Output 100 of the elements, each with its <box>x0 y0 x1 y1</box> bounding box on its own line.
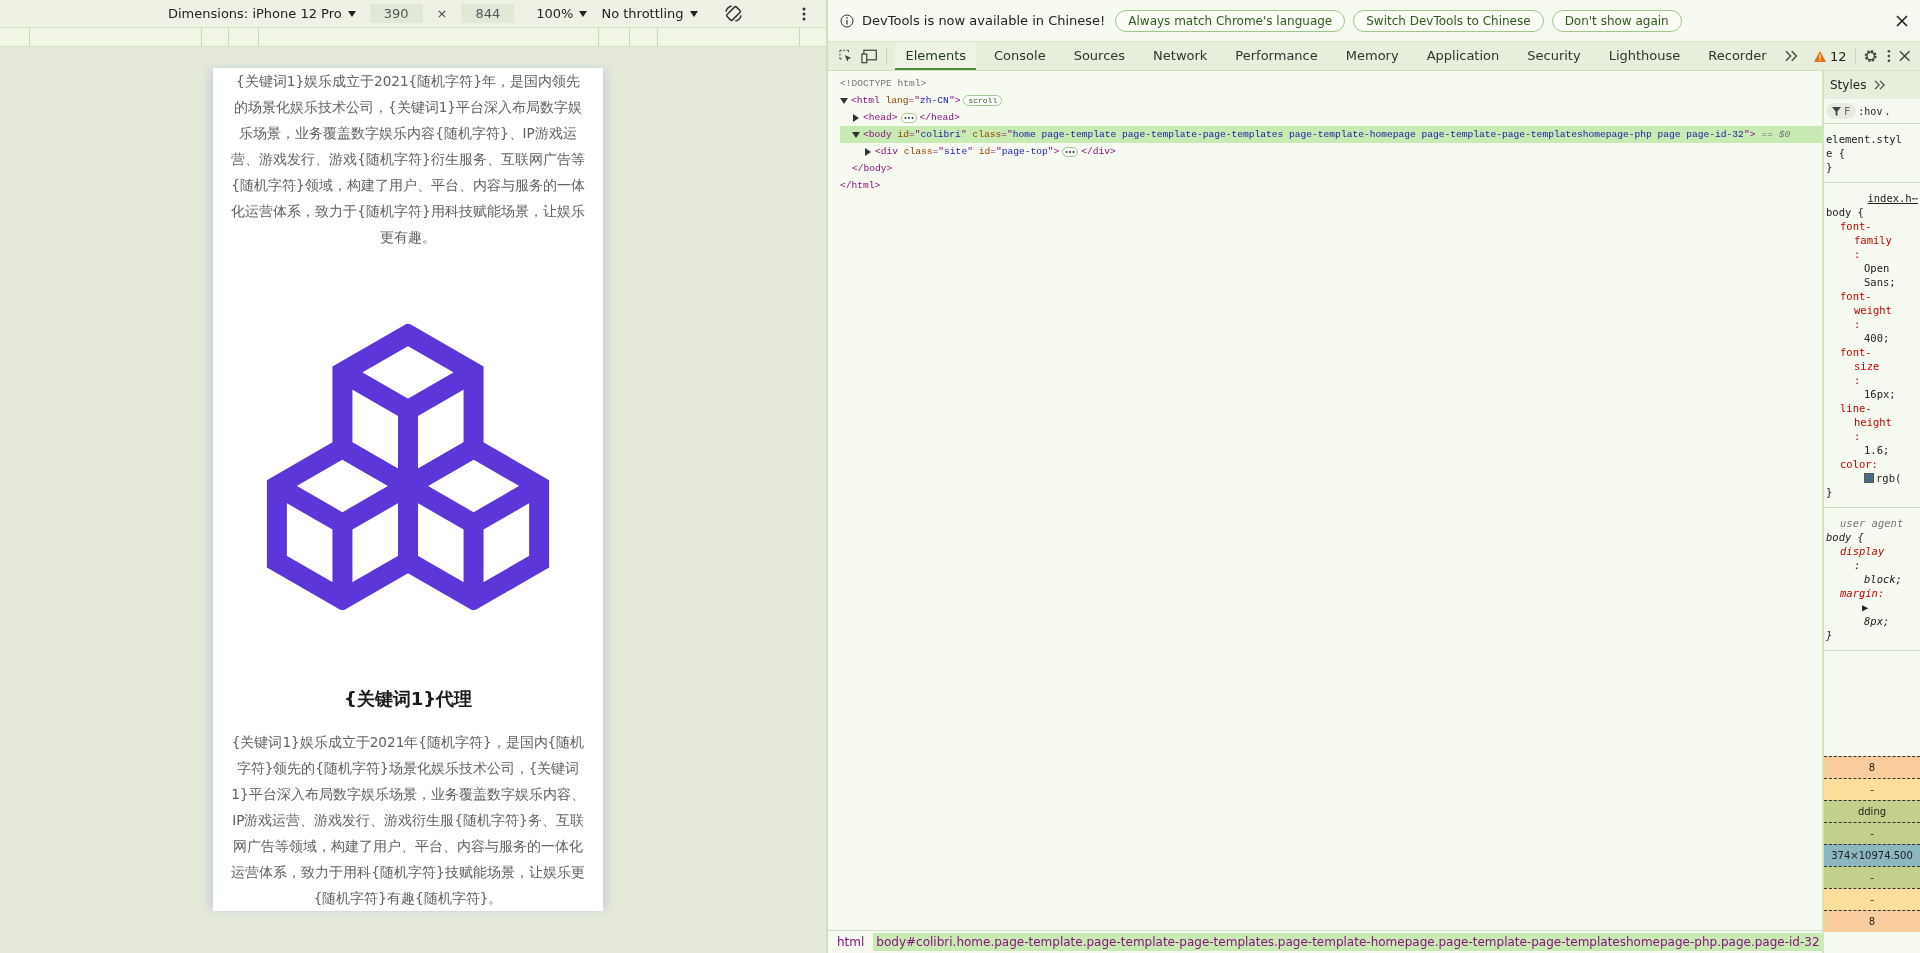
issues-counter[interactable]: 12 <box>1813 48 1847 64</box>
panel-tab[interactable]: Elements <box>895 42 977 70</box>
styles-tab[interactable]: Styles <box>1830 78 1867 92</box>
class-toggle[interactable]: . <box>1884 105 1891 117</box>
css-text: : <box>1854 430 1861 442</box>
device-toggle-icon[interactable] <box>861 48 879 64</box>
collapsed-triangle-icon[interactable] <box>864 147 872 156</box>
rotate-icon[interactable] <box>723 4 743 23</box>
close-icon[interactable] <box>1898 50 1910 62</box>
filter-field[interactable]: F <box>1826 103 1857 119</box>
css-text: : <box>1854 318 1861 330</box>
throttling-dropdown[interactable]: No throttling <box>601 6 698 21</box>
caret-icon <box>689 10 698 17</box>
dom-node-row[interactable]: <div class="site" id="page-top"> </div> <box>852 143 1822 160</box>
breadcrumb-item[interactable]: body#colibri.home.page-template.page-template-page-templates.page-template-homepage.page-template-page-templateshomepage-php.page.page-id-32 <box>873 933 1822 951</box>
dom-node-row[interactable]: <head> </head> <box>840 109 1822 126</box>
css-text: Open <box>1864 261 1890 275</box>
ellipsis-icon[interactable] <box>1062 146 1079 157</box>
css-text: } <box>1826 161 1833 173</box>
times-sign: × <box>436 6 448 21</box>
panel-tab[interactable]: Recorder <box>1698 42 1777 70</box>
intro-paragraph: {关键词1}娱乐成立于2021{随机字符}年，是国内领先的场景化娱乐技术公司，{关键词1}平台深入布局数字娱乐场景，业务覆盖数字娱乐内容{随机字符}、IP游戏运营、游戏发行、游戏{随机字符}衍生服务、互联网广告等{随机字符}领域，构建了用户、平台、内容与服务的一体化运营体系，致力于{随机字符}用科技赋能场景，让娱乐更有趣。 <box>230 72 586 247</box>
css-text: height <box>1854 416 1892 428</box>
css-text: 1.6; <box>1864 443 1890 457</box>
box-model-row: dding <box>1824 800 1920 822</box>
color-swatch[interactable] <box>1864 473 1874 483</box>
css-text: } <box>1826 486 1833 498</box>
css-text: family <box>1854 234 1892 246</box>
dom-node-row[interactable]: <body id="colibri" class="home page-template page-template-page-templates page-template-homepage page-template-page-templateshomepage-php page page-id-32"> == $0 <box>840 126 1822 143</box>
info-icon <box>840 13 854 28</box>
expanded-triangle-icon[interactable] <box>840 96 848 105</box>
infobar-button[interactable]: Always match Chrome's language <box>1115 9 1346 32</box>
console-reference-text: == $0 <box>1761 129 1791 140</box>
box-model-row: - <box>1824 888 1920 910</box>
css-text: element.styl <box>1826 133 1902 145</box>
css-text: : <box>1854 374 1861 386</box>
css-text: font- <box>1840 346 1872 358</box>
more-tabs-icon[interactable] <box>1874 80 1887 90</box>
warning-icon <box>1813 50 1826 62</box>
panel-tab[interactable]: Sources <box>1063 42 1136 70</box>
css-text: user agent <box>1840 517 1904 529</box>
collapsed-triangle-icon[interactable] <box>852 113 860 122</box>
closing-tag-text: </div> <box>1081 146 1116 157</box>
caret-icon <box>347 10 356 17</box>
closing-tag-text: </body> <box>852 163 893 174</box>
dom-tag-text: <html lang="zh-CN"> <box>851 95 961 106</box>
dom-tag-text: <body id="colibri" class="home page-template page-template-page-templates page-template-homepage page-template-page-templateshomepage-php page page-id-32"> <box>863 129 1756 140</box>
css-text: margin: <box>1840 587 1885 599</box>
box-model-row: - <box>1824 822 1920 844</box>
closing-tag-text: </head> <box>919 112 960 123</box>
hov-toggle[interactable]: :hov <box>1858 105 1883 117</box>
caret-icon <box>579 10 588 17</box>
section-heading: {关键词1}代理 <box>343 687 473 711</box>
closing-tag-text: </html> <box>840 180 881 191</box>
close-icon[interactable] <box>1896 14 1908 27</box>
ellipsis-icon[interactable] <box>900 112 917 123</box>
panel-tab[interactable]: Security <box>1517 42 1591 70</box>
dom-tag-text: <div class="site" id="page-top"> <box>875 146 1060 157</box>
css-text: : <box>1854 559 1861 571</box>
panel-tab[interactable]: Lighthouse <box>1598 42 1691 70</box>
css-text: } <box>1826 629 1833 641</box>
infobar-button[interactable]: Don't show again <box>1551 9 1682 32</box>
css-text: 16px; <box>1864 387 1896 401</box>
breadcrumb-item[interactable]: html <box>834 933 868 951</box>
css-text: font- <box>1840 220 1872 232</box>
box-model-row: 8 <box>1824 910 1920 932</box>
filter-icon <box>1832 106 1841 116</box>
width-field[interactable]: 390 <box>369 4 423 23</box>
panel-tab[interactable]: Performance <box>1225 42 1328 70</box>
css-text: ▶ <box>1862 601 1869 613</box>
infobar-button[interactable]: Switch DevTools to Chinese <box>1353 9 1544 32</box>
height-field[interactable]: 844 <box>461 4 515 23</box>
css-text: 8px; <box>1864 614 1890 628</box>
more-options-icon[interactable] <box>1886 49 1891 63</box>
dom-tag-text: <head> <box>863 112 898 123</box>
panel-tab[interactable]: Memory <box>1335 42 1409 70</box>
panel-tab[interactable]: Application <box>1416 42 1510 70</box>
box-model-row: 8 <box>1824 756 1920 778</box>
stylesheet-link[interactable]: index.h⋯ <box>1867 192 1918 204</box>
panel-tab[interactable]: Console <box>984 42 1056 70</box>
zoom-dropdown[interactable]: 100% <box>536 6 588 21</box>
css-text: body { <box>1826 206 1864 218</box>
panel-tab[interactable]: Network <box>1143 42 1218 70</box>
dom-node-row[interactable]: <html lang="zh-CN"> scroll <box>828 92 1822 109</box>
scroll-badge[interactable]: scroll <box>963 95 1003 106</box>
expanded-triangle-icon[interactable] <box>852 130 860 139</box>
settings-icon[interactable] <box>1863 48 1879 64</box>
more-options-icon[interactable] <box>802 6 806 21</box>
box-model-row: - <box>1824 778 1920 800</box>
css-text: 400; <box>1864 331 1890 345</box>
css-text: font- <box>1840 290 1872 302</box>
box-model-row: 374×10974.500 <box>1824 844 1920 866</box>
doctype-line: <!DOCTYPE html> <box>840 78 927 89</box>
box-model-row: - <box>1824 866 1920 888</box>
body-paragraph: {关键词1}娱乐成立于2021年{随机字符}，是国内{随机字符}领先的{随机字符}场景化娱乐技术公司，{关键词1}平台深入布局数字娱乐场景，业务覆盖数字娱乐内容、IP游戏运营、游戏发行、游戏衍生服{随机字符}务、互联网广告等领域，构建了用户、平台、内容与服务的一体化运营体系，致力于用科{随机字符}技赋能场景，让娱乐更{随机字符}有趣{随机字符}。 <box>230 733 586 908</box>
css-text: : <box>1854 248 1861 260</box>
more-tabs-icon[interactable] <box>1784 50 1798 62</box>
device-dropdown[interactable]: Dimensions: iPhone 12 Pro <box>168 6 356 21</box>
css-text: line- <box>1840 402 1872 414</box>
css-value: rgb( <box>1876 471 1902 485</box>
